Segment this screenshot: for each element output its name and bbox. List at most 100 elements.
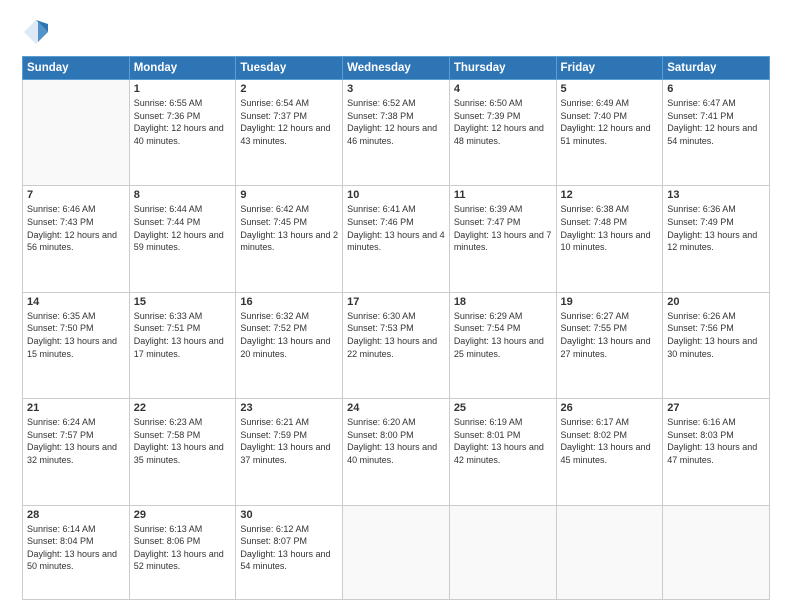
logo-icon bbox=[22, 18, 50, 46]
calendar-week-1: 1 Sunrise: 6:55 AMSunset: 7:36 PMDaylight… bbox=[23, 80, 770, 186]
calendar-cell: 5 Sunrise: 6:49 AMSunset: 7:40 PMDaylight… bbox=[556, 80, 663, 186]
day-number: 19 bbox=[561, 296, 659, 308]
weekday-header-thursday: Thursday bbox=[449, 57, 556, 80]
calendar-cell: 24 Sunrise: 6:20 AMSunset: 8:00 PMDayligh… bbox=[343, 399, 450, 505]
day-number: 6 bbox=[667, 83, 765, 95]
weekday-header-tuesday: Tuesday bbox=[236, 57, 343, 80]
day-info: Sunrise: 6:54 AMSunset: 7:37 PMDaylight:… bbox=[240, 97, 338, 147]
day-info: Sunrise: 6:14 AMSunset: 8:04 PMDaylight:… bbox=[27, 523, 125, 573]
calendar-cell: 28 Sunrise: 6:14 AMSunset: 8:04 PMDayligh… bbox=[23, 505, 130, 599]
day-info: Sunrise: 6:41 AMSunset: 7:46 PMDaylight:… bbox=[347, 203, 445, 253]
day-number: 10 bbox=[347, 189, 445, 201]
weekday-header-monday: Monday bbox=[129, 57, 236, 80]
calendar-cell: 1 Sunrise: 6:55 AMSunset: 7:36 PMDaylight… bbox=[129, 80, 236, 186]
calendar-cell: 27 Sunrise: 6:16 AMSunset: 8:03 PMDayligh… bbox=[663, 399, 770, 505]
day-info: Sunrise: 6:13 AMSunset: 8:06 PMDaylight:… bbox=[134, 523, 232, 573]
day-number: 28 bbox=[27, 509, 125, 521]
day-number: 16 bbox=[240, 296, 338, 308]
calendar-table: SundayMondayTuesdayWednesdayThursdayFrid… bbox=[22, 56, 770, 600]
day-info: Sunrise: 6:47 AMSunset: 7:41 PMDaylight:… bbox=[667, 97, 765, 147]
calendar-cell: 22 Sunrise: 6:23 AMSunset: 7:58 PMDayligh… bbox=[129, 399, 236, 505]
calendar-cell: 18 Sunrise: 6:29 AMSunset: 7:54 PMDayligh… bbox=[449, 292, 556, 398]
day-number: 20 bbox=[667, 296, 765, 308]
day-number: 18 bbox=[454, 296, 552, 308]
calendar-cell: 23 Sunrise: 6:21 AMSunset: 7:59 PMDayligh… bbox=[236, 399, 343, 505]
weekday-header-saturday: Saturday bbox=[663, 57, 770, 80]
calendar-cell: 21Sunrise: 6:24 AMSunset: 7:57 PMDayligh… bbox=[23, 399, 130, 505]
day-number: 5 bbox=[561, 83, 659, 95]
day-number: 14 bbox=[27, 296, 125, 308]
calendar-cell bbox=[556, 505, 663, 599]
calendar-cell: 8 Sunrise: 6:44 AMSunset: 7:44 PMDaylight… bbox=[129, 186, 236, 292]
calendar-cell: 3 Sunrise: 6:52 AMSunset: 7:38 PMDaylight… bbox=[343, 80, 450, 186]
calendar-cell: 17Sunrise: 6:30 AMSunset: 7:53 PMDayligh… bbox=[343, 292, 450, 398]
day-info: Sunrise: 6:38 AMSunset: 7:48 PMDaylight:… bbox=[561, 203, 659, 253]
day-info: Sunrise: 6:21 AMSunset: 7:59 PMDaylight:… bbox=[240, 416, 338, 466]
weekday-header-wednesday: Wednesday bbox=[343, 57, 450, 80]
day-number: 4 bbox=[454, 83, 552, 95]
day-info: Sunrise: 6:55 AMSunset: 7:36 PMDaylight:… bbox=[134, 97, 232, 147]
day-number: 25 bbox=[454, 402, 552, 414]
day-number: 23 bbox=[240, 402, 338, 414]
day-number: 26 bbox=[561, 402, 659, 414]
calendar-cell: 2Sunrise: 6:54 AMSunset: 7:37 PMDaylight… bbox=[236, 80, 343, 186]
day-number: 7 bbox=[27, 189, 125, 201]
day-info: Sunrise: 6:42 AMSunset: 7:45 PMDaylight:… bbox=[240, 203, 338, 253]
day-info: Sunrise: 6:36 AMSunset: 7:49 PMDaylight:… bbox=[667, 203, 765, 253]
day-number: 13 bbox=[667, 189, 765, 201]
day-info: Sunrise: 6:26 AMSunset: 7:56 PMDaylight:… bbox=[667, 310, 765, 360]
calendar-week-2: 7 Sunrise: 6:46 AMSunset: 7:43 PMDaylight… bbox=[23, 186, 770, 292]
calendar-cell: 13 Sunrise: 6:36 AMSunset: 7:49 PMDayligh… bbox=[663, 186, 770, 292]
day-number: 3 bbox=[347, 83, 445, 95]
day-info: Sunrise: 6:20 AMSunset: 8:00 PMDaylight:… bbox=[347, 416, 445, 466]
day-info: Sunrise: 6:35 AMSunset: 7:50 PMDaylight:… bbox=[27, 310, 125, 360]
day-info: Sunrise: 6:50 AMSunset: 7:39 PMDaylight:… bbox=[454, 97, 552, 147]
day-info: Sunrise: 6:30 AMSunset: 7:53 PMDaylight:… bbox=[347, 310, 445, 360]
day-info: Sunrise: 6:44 AMSunset: 7:44 PMDaylight:… bbox=[134, 203, 232, 253]
calendar-cell: 11Sunrise: 6:39 AMSunset: 7:47 PMDayligh… bbox=[449, 186, 556, 292]
calendar-week-5: 28 Sunrise: 6:14 AMSunset: 8:04 PMDayligh… bbox=[23, 505, 770, 599]
calendar-cell: 16 Sunrise: 6:32 AMSunset: 7:52 PMDayligh… bbox=[236, 292, 343, 398]
day-info: Sunrise: 6:52 AMSunset: 7:38 PMDaylight:… bbox=[347, 97, 445, 147]
day-number: 27 bbox=[667, 402, 765, 414]
day-info: Sunrise: 6:23 AMSunset: 7:58 PMDaylight:… bbox=[134, 416, 232, 466]
calendar-cell: 10 Sunrise: 6:41 AMSunset: 7:46 PMDayligh… bbox=[343, 186, 450, 292]
day-number: 15 bbox=[134, 296, 232, 308]
day-number: 29 bbox=[134, 509, 232, 521]
day-number: 22 bbox=[134, 402, 232, 414]
calendar-cell: 9 Sunrise: 6:42 AMSunset: 7:45 PMDaylight… bbox=[236, 186, 343, 292]
day-number: 8 bbox=[134, 189, 232, 201]
calendar-cell bbox=[663, 505, 770, 599]
calendar-cell: 7 Sunrise: 6:46 AMSunset: 7:43 PMDaylight… bbox=[23, 186, 130, 292]
day-info: Sunrise: 6:24 AMSunset: 7:57 PMDaylight:… bbox=[27, 416, 125, 466]
day-info: Sunrise: 6:33 AMSunset: 7:51 PMDaylight:… bbox=[134, 310, 232, 360]
calendar-cell bbox=[449, 505, 556, 599]
calendar-cell: 26 Sunrise: 6:17 AMSunset: 8:02 PMDayligh… bbox=[556, 399, 663, 505]
logo bbox=[22, 18, 54, 46]
calendar-cell: 20 Sunrise: 6:26 AMSunset: 7:56 PMDayligh… bbox=[663, 292, 770, 398]
calendar-cell: 12Sunrise: 6:38 AMSunset: 7:48 PMDayligh… bbox=[556, 186, 663, 292]
day-number: 30 bbox=[240, 509, 338, 521]
day-info: Sunrise: 6:46 AMSunset: 7:43 PMDaylight:… bbox=[27, 203, 125, 253]
calendar-cell: 6 Sunrise: 6:47 AMSunset: 7:41 PMDaylight… bbox=[663, 80, 770, 186]
calendar-cell: 19 Sunrise: 6:27 AMSunset: 7:55 PMDayligh… bbox=[556, 292, 663, 398]
day-info: Sunrise: 6:12 AMSunset: 8:07 PMDaylight:… bbox=[240, 523, 338, 573]
day-info: Sunrise: 6:27 AMSunset: 7:55 PMDaylight:… bbox=[561, 310, 659, 360]
calendar-cell bbox=[23, 80, 130, 186]
day-info: Sunrise: 6:32 AMSunset: 7:52 PMDaylight:… bbox=[240, 310, 338, 360]
day-info: Sunrise: 6:39 AMSunset: 7:47 PMDaylight:… bbox=[454, 203, 552, 253]
calendar-cell: 30 Sunrise: 6:12 AMSunset: 8:07 PMDayligh… bbox=[236, 505, 343, 599]
day-number: 24 bbox=[347, 402, 445, 414]
calendar-cell: 29 Sunrise: 6:13 AMSunset: 8:06 PMDayligh… bbox=[129, 505, 236, 599]
day-number: 9 bbox=[240, 189, 338, 201]
day-info: Sunrise: 6:17 AMSunset: 8:02 PMDaylight:… bbox=[561, 416, 659, 466]
calendar-cell bbox=[343, 505, 450, 599]
header bbox=[22, 18, 770, 46]
day-info: Sunrise: 6:29 AMSunset: 7:54 PMDaylight:… bbox=[454, 310, 552, 360]
day-info: Sunrise: 6:49 AMSunset: 7:40 PMDaylight:… bbox=[561, 97, 659, 147]
calendar-week-3: 14 Sunrise: 6:35 AMSunset: 7:50 PMDayligh… bbox=[23, 292, 770, 398]
day-number: 1 bbox=[134, 83, 232, 95]
day-info: Sunrise: 6:16 AMSunset: 8:03 PMDaylight:… bbox=[667, 416, 765, 466]
calendar-cell: 15 Sunrise: 6:33 AMSunset: 7:51 PMDayligh… bbox=[129, 292, 236, 398]
calendar-week-4: 21Sunrise: 6:24 AMSunset: 7:57 PMDayligh… bbox=[23, 399, 770, 505]
